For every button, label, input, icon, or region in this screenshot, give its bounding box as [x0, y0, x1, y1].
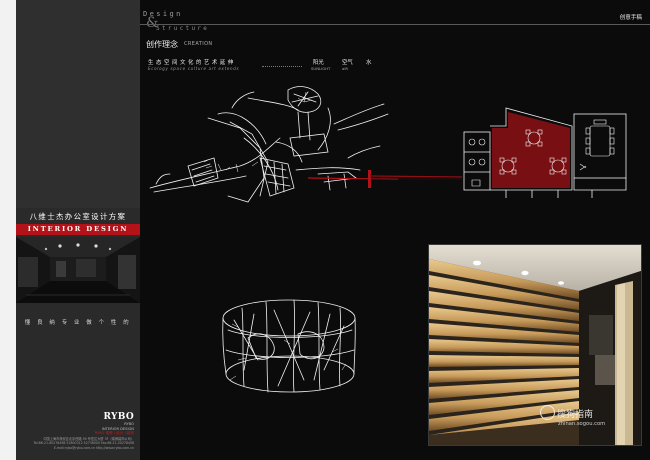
phrase-dotted-line: [262, 66, 302, 67]
interior-thumbnail: [16, 237, 140, 303]
watermark-text: 搜狗指南: [557, 410, 594, 420]
connector-line: [370, 175, 465, 180]
air-label-english: aiR: [342, 66, 349, 71]
contact-phone: Tel:86-21-60278498 52800312 52736000 Fax…: [33, 441, 134, 446]
presentation-board: 八维士杰办公室设计方案 INTERIOR DESIGN 懂 良 纳 专 业 做: [0, 0, 650, 460]
sidebar: 八维士杰办公室设计方案 INTERIOR DESIGN 懂 良 纳 专 业 做: [16, 0, 140, 460]
sunlight-label: 阳光: [313, 60, 324, 66]
contact-info: 中国上海市静安区北京西路 99 号宏达大厦 3F（瑞博装饰公司） Tel:86-…: [33, 437, 134, 450]
floor-plan-drawing: [462, 106, 640, 200]
contact-web: E-mail:rybo@rybo.com.cn http://www.rybo.…: [53, 445, 134, 450]
sidebar-blank-panel: [16, 0, 140, 208]
slatted-wall-image: [429, 245, 641, 445]
rybo-logo: RYBO: [103, 412, 134, 422]
sogou-logo-icon: [540, 405, 555, 420]
page-margin: [0, 0, 16, 460]
concept-sketch-perspective: [149, 86, 398, 203]
concept-phrase: 生态空间文化的艺术延伸: [148, 60, 236, 66]
header-divider: [140, 24, 650, 25]
interior-photo: [428, 244, 642, 446]
concept-subtitle: CREATION: [184, 41, 213, 47]
concept-title: 创作理念: [146, 40, 178, 49]
water-label: 水: [366, 60, 372, 66]
structure-heading: Structure: [156, 25, 210, 32]
logo-subtitle: RYBO INTERIOR DESIGN: [102, 422, 134, 431]
interior-design-banner: INTERIOR DESIGN: [16, 224, 140, 235]
corridor-render-image: [16, 237, 140, 303]
watermark-url: zhinan.sogou.com: [558, 421, 606, 427]
concept-sketch-ellipse: [222, 299, 356, 393]
section-label: 创意手稿: [619, 15, 642, 21]
project-title: 八维士杰办公室设计方案: [29, 212, 127, 221]
air-label: 空气: [342, 60, 353, 66]
company-tagline: RYBO 瑞博 | 设计 | 装饰: [94, 431, 134, 435]
concept-phrase-english: Ecology space culture art extends: [148, 66, 240, 71]
slogan-text: 懂 良 纳 专 业 做 个 性 的: [24, 320, 132, 326]
sunlight-label-english: SUNLIGHT: [311, 66, 331, 71]
